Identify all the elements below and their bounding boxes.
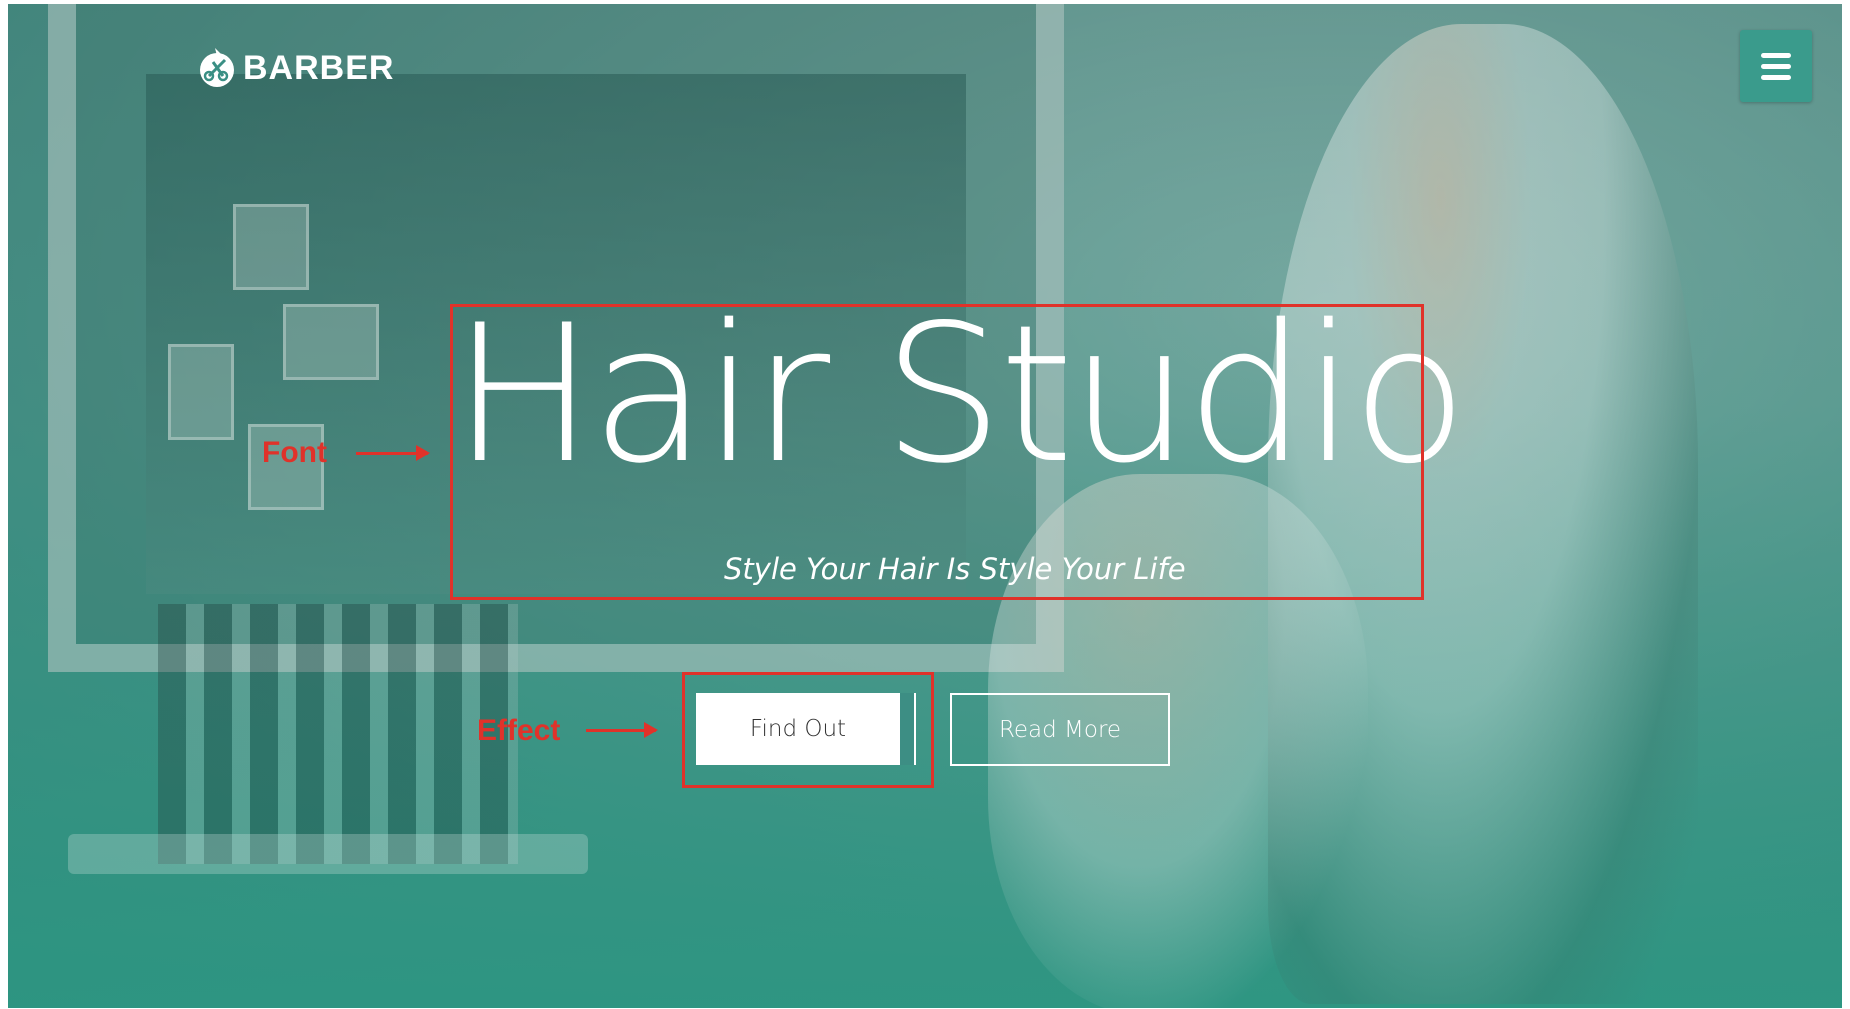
read-more-button[interactable]: Read More — [950, 693, 1170, 766]
background-certificate — [233, 204, 309, 290]
effect-annotation-label: Effect — [477, 714, 561, 747]
font-arrow-icon — [356, 445, 430, 461]
hamburger-icon — [1761, 52, 1791, 58]
read-more-label: Read More — [998, 716, 1122, 743]
font-highlight-box — [450, 304, 1424, 600]
background-certificate — [168, 344, 234, 440]
background-certificate — [283, 304, 379, 380]
effect-arrow-icon — [586, 722, 658, 738]
font-annotation-label: Font — [262, 436, 327, 469]
background-counter — [68, 834, 588, 874]
effect-highlight-box — [682, 672, 934, 788]
hamburger-icon-bar — [1761, 63, 1791, 69]
background-bottles — [158, 604, 518, 864]
site-logo[interactable]: BARBER — [195, 46, 394, 90]
hamburger-icon-bar — [1761, 74, 1791, 80]
menu-button[interactable] — [1740, 30, 1812, 102]
scissors-comb-icon — [200, 48, 234, 87]
logo-text: BARBER — [243, 48, 395, 87]
